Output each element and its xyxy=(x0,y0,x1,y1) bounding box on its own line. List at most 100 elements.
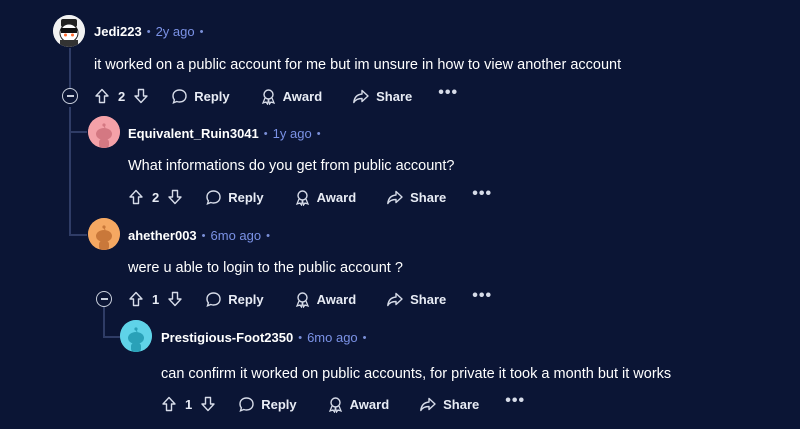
timestamp[interactable]: 6mo ago xyxy=(307,330,358,345)
award-button[interactable]: Award xyxy=(260,88,323,105)
separator-dot: • xyxy=(298,331,303,344)
downvote-button[interactable] xyxy=(200,396,216,412)
upvote-button[interactable] xyxy=(128,291,144,307)
upvote-icon xyxy=(95,88,109,104)
separator-dot: • xyxy=(263,127,268,140)
downvote-icon xyxy=(201,396,215,412)
snoo-avatar-icon xyxy=(120,320,152,352)
vote-count: 1 xyxy=(185,396,193,412)
separator-dot: • xyxy=(146,25,151,38)
snoo-avatar-icon xyxy=(88,218,120,250)
more-options-button[interactable]: ••• xyxy=(472,186,492,205)
award-button[interactable]: Award xyxy=(294,189,357,206)
avatar[interactable] xyxy=(120,320,152,352)
reply-bubble-icon xyxy=(206,291,221,307)
award-button[interactable]: Award xyxy=(294,291,357,308)
avatar[interactable] xyxy=(88,116,120,148)
award-icon xyxy=(295,189,309,206)
comment-header: Prestigious-Foot2350 • 6mo ago • xyxy=(161,330,372,345)
avatar-jedi-icon xyxy=(53,15,85,47)
comment-header: Jedi223 • 2y ago • xyxy=(94,24,208,39)
reply-button[interactable]: Reply xyxy=(205,291,264,308)
separator-dot: • xyxy=(199,25,204,38)
downvote-button[interactable] xyxy=(133,88,149,104)
downvote-icon xyxy=(134,88,148,104)
award-icon xyxy=(328,396,342,413)
avatar[interactable] xyxy=(53,15,85,47)
thread-line-branch-3 xyxy=(103,336,120,338)
award-button[interactable]: Award xyxy=(327,396,390,413)
username[interactable]: Equivalent_Ruin3041 xyxy=(128,126,259,141)
reply-label: Reply xyxy=(194,88,230,104)
upvote-icon xyxy=(129,189,143,205)
share-button[interactable]: Share xyxy=(386,291,446,308)
separator-dot: • xyxy=(266,229,270,242)
more-options-button[interactable]: ••• xyxy=(472,288,492,307)
vote-count: 1 xyxy=(152,291,160,307)
timestamp[interactable]: 1y ago xyxy=(273,126,312,141)
share-arrow-icon xyxy=(387,292,403,306)
upvote-button[interactable] xyxy=(128,189,144,205)
username[interactable]: Jedi223 xyxy=(94,24,142,39)
upvote-icon xyxy=(129,291,143,307)
award-icon xyxy=(295,291,309,308)
username[interactable]: Prestigious-Foot2350 xyxy=(161,330,293,345)
thread-line-branch-1 xyxy=(69,131,87,133)
thread-line-child[interactable] xyxy=(103,307,105,337)
comment-thread: Jedi223 • 2y ago • it worked on a public… xyxy=(0,0,800,429)
timestamp[interactable]: 2y ago xyxy=(156,24,195,39)
timestamp[interactable]: 6mo ago xyxy=(211,228,262,243)
share-arrow-icon xyxy=(387,190,403,204)
vote-count: 2 xyxy=(152,189,160,205)
upvote-button[interactable] xyxy=(94,88,110,104)
more-options-button[interactable]: ••• xyxy=(505,393,525,412)
comment-body: it worked on a public account for me but… xyxy=(94,57,622,73)
upvote-button[interactable] xyxy=(161,396,177,412)
separator-dot: • xyxy=(201,229,206,242)
comment-body: What informations do you get from public… xyxy=(128,158,455,174)
comment-actions: 2 Reply Award Share ••• xyxy=(128,185,492,209)
share-arrow-icon xyxy=(420,397,436,411)
reply-label: Reply xyxy=(228,291,264,307)
share-button[interactable]: Share xyxy=(352,88,412,105)
share-label: Share xyxy=(443,396,480,412)
downvote-icon xyxy=(168,291,182,307)
username[interactable]: ahether003 xyxy=(128,228,197,243)
downvote-button[interactable] xyxy=(167,291,183,307)
reply-bubble-icon xyxy=(172,88,187,104)
share-button[interactable]: Share xyxy=(386,189,446,206)
comment-actions: 1 Reply Award Share ••• xyxy=(128,287,492,311)
comment-body: were u able to login to the public accou… xyxy=(128,260,403,276)
award-label: Award xyxy=(316,189,357,205)
separator-dot: • xyxy=(362,331,367,344)
award-icon xyxy=(261,88,275,105)
award-label: Award xyxy=(349,396,390,412)
thread-line-root-child[interactable] xyxy=(69,107,71,235)
vote-count: 2 xyxy=(118,88,126,104)
thread-line-root[interactable] xyxy=(69,48,71,88)
snoo-avatar-icon xyxy=(88,116,120,148)
comment-actions: 1 Reply Award Share ••• xyxy=(161,392,525,416)
thread-line-branch-2 xyxy=(69,234,87,236)
comment-header: ahether003 • 6mo ago • xyxy=(128,228,275,243)
collapse-button[interactable] xyxy=(96,291,112,307)
reply-bubble-icon xyxy=(206,189,221,205)
award-label: Award xyxy=(316,291,357,307)
award-label: Award xyxy=(282,88,323,104)
avatar[interactable] xyxy=(88,218,120,250)
share-arrow-icon xyxy=(353,89,369,103)
separator-dot: • xyxy=(316,127,321,140)
reply-button[interactable]: Reply xyxy=(205,189,264,206)
reply-button[interactable]: Reply xyxy=(238,396,297,413)
share-label: Share xyxy=(376,88,413,104)
downvote-button[interactable] xyxy=(167,189,183,205)
upvote-icon xyxy=(162,396,176,412)
reply-button[interactable]: Reply xyxy=(171,88,230,105)
more-options-button[interactable]: ••• xyxy=(438,85,458,104)
collapse-button[interactable] xyxy=(62,88,78,104)
share-button[interactable]: Share xyxy=(419,396,479,413)
reply-label: Reply xyxy=(261,396,297,412)
share-label: Share xyxy=(410,189,447,205)
comment-header: Equivalent_Ruin3041 • 1y ago • xyxy=(128,126,326,141)
downvote-icon xyxy=(168,189,182,205)
